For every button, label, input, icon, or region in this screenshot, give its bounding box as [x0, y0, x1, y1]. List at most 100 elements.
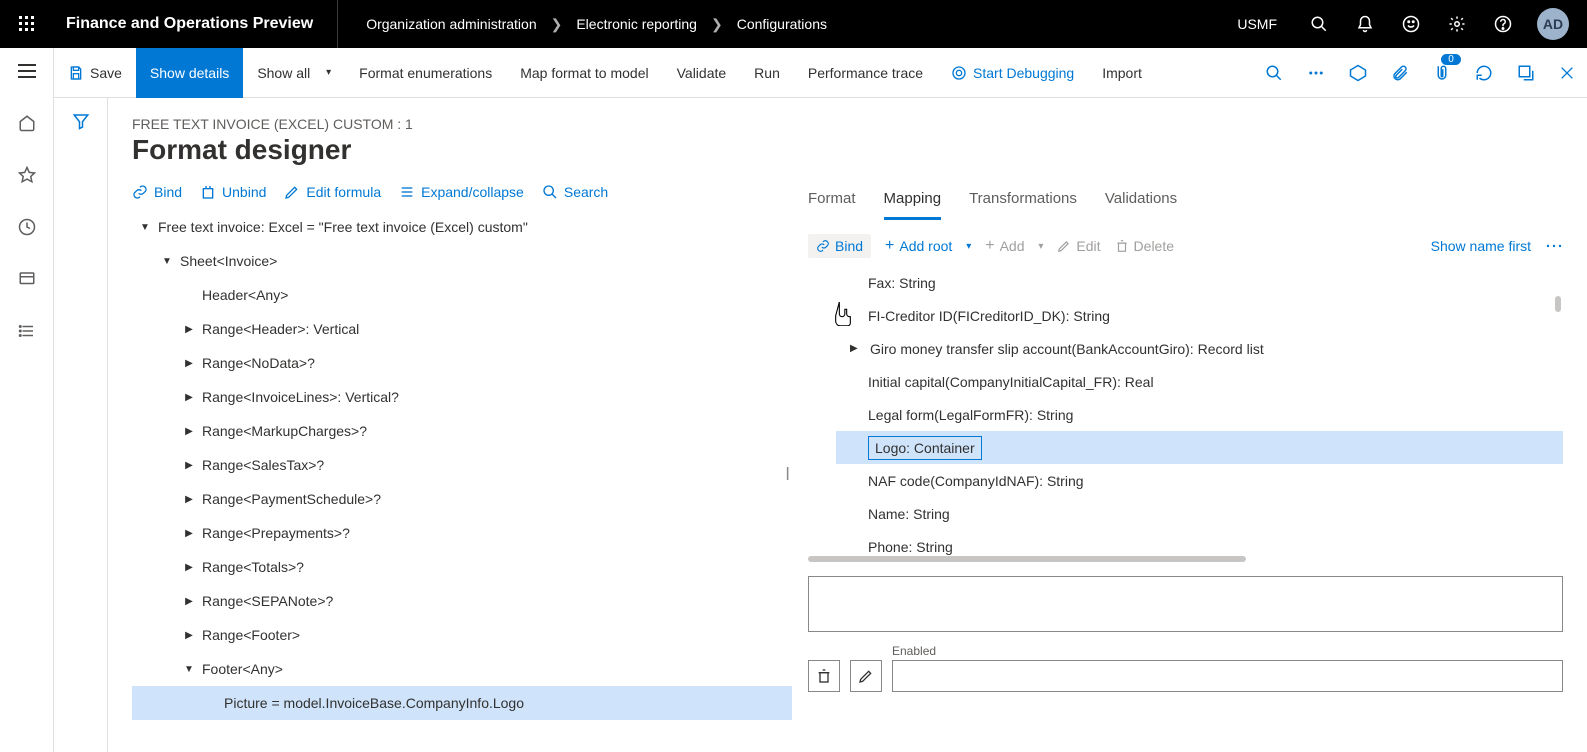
data-row[interactable]: Legal form(LegalFormFR): String	[808, 398, 1563, 431]
chevron-right-icon[interactable]: ▶	[184, 324, 194, 335]
start-debugging-button[interactable]: Start Debugging	[937, 48, 1088, 98]
chevron-down-icon[interactable]: ▼	[140, 222, 150, 233]
tree-node[interactable]: ▼Footer<Any>	[132, 652, 792, 686]
mapping-bind-button[interactable]: Bind	[808, 234, 871, 258]
star-icon[interactable]	[5, 162, 49, 188]
chevron-right-icon[interactable]: ▶	[184, 596, 194, 607]
funnel-icon[interactable]	[72, 112, 90, 752]
tree-node[interactable]: ▶ Range<MarkupCharges>?	[132, 414, 792, 448]
tree-node[interactable]: ▶Range<SEPANote>?	[132, 584, 792, 618]
show-details-button[interactable]: Show details	[136, 48, 243, 98]
tab-mapping[interactable]: Mapping	[884, 184, 942, 220]
data-row[interactable]: Name: String	[808, 497, 1563, 530]
scrollbar-thumb[interactable]	[808, 556, 1246, 562]
tree-node[interactable]: ▶Range<NoData>?	[132, 346, 792, 380]
search-icon[interactable]	[1253, 48, 1295, 98]
tree-node-label: Sheet<Invoice>	[180, 253, 277, 269]
chevron-right-icon[interactable]: ▶	[184, 392, 194, 403]
chevron-right-icon[interactable]: ▶	[184, 460, 194, 471]
performance-trace-button[interactable]: Performance trace	[794, 48, 937, 98]
workspace-icon[interactable]	[5, 266, 49, 292]
tree-node-label: Range<MarkupCharges>?	[202, 423, 367, 439]
expression-box[interactable]	[808, 576, 1563, 632]
tree-node[interactable]: ▶ Range<SalesTax>?	[132, 448, 792, 482]
breadcrumb-item[interactable]: Organization administration	[366, 16, 536, 32]
trash-icon[interactable]	[808, 660, 840, 692]
tree-node[interactable]: ▶Range<Footer>	[132, 618, 792, 652]
paperclip-icon[interactable]	[1379, 48, 1421, 98]
data-row[interactable]: Phone: String	[808, 530, 1563, 556]
chevron-down-icon[interactable]: ▼	[184, 664, 194, 675]
data-row[interactable]: ▶Giro money transfer slip account(BankAc…	[808, 332, 1563, 365]
tree-node[interactable]: ▼Free text invoice: Excel = "Free text i…	[132, 210, 792, 244]
save-button[interactable]: Save	[54, 48, 136, 98]
chevron-right-icon[interactable]: ▶	[184, 358, 194, 369]
hamburger-icon[interactable]	[5, 58, 49, 84]
tree-node[interactable]: ▶Picture = model.InvoiceBase.CompanyInfo…	[132, 686, 792, 720]
unbind-button[interactable]: Unbind	[200, 184, 266, 200]
mapping-data-list[interactable]: Fax: StringFI-Creditor ID(FICreditorID_D…	[808, 266, 1563, 556]
chevron-right-icon[interactable]: ▶	[184, 630, 194, 641]
show-all-button[interactable]: Show all ▾	[243, 48, 345, 98]
mapping-overflow-icon[interactable]	[1545, 242, 1563, 250]
tree-node[interactable]: ▶Range<Header>: Vertical	[132, 312, 792, 346]
data-row[interactable]: NAF code(CompanyIdNAF): String	[808, 464, 1563, 497]
enabled-input[interactable]	[892, 660, 1563, 692]
tree-node-label: Range<SalesTax>?	[202, 457, 324, 473]
breadcrumb-item[interactable]: Electronic reporting	[576, 16, 697, 32]
clock-icon[interactable]	[5, 214, 49, 240]
map-format-button[interactable]: Map format to model	[506, 48, 662, 98]
breadcrumb-item[interactable]: Configurations	[737, 16, 827, 32]
data-row[interactable]: Fax: String	[808, 266, 1563, 299]
format-enumerations-button[interactable]: Format enumerations	[345, 48, 506, 98]
data-row[interactable]: Logo: Container	[836, 431, 1563, 464]
data-row-label: Name: String	[868, 506, 950, 522]
search-icon[interactable]	[1297, 0, 1341, 48]
chevron-right-icon[interactable]: ▶	[850, 343, 860, 354]
tab-format[interactable]: Format	[808, 184, 856, 220]
chevron-right-icon[interactable]: ▶	[184, 494, 194, 505]
expand-collapse-button[interactable]: Expand/collapse	[399, 184, 524, 200]
app-launcher[interactable]	[0, 0, 54, 48]
chevron-right-icon[interactable]: ▶	[184, 426, 194, 437]
options-icon[interactable]	[1337, 48, 1379, 98]
data-row[interactable]: FI-Creditor ID(FICreditorID_DK): String	[808, 299, 1563, 332]
overflow-icon[interactable]	[1295, 48, 1337, 98]
tab-validations[interactable]: Validations	[1105, 184, 1177, 220]
add-root-button[interactable]: +Add root ▾	[885, 237, 971, 255]
smiley-icon[interactable]	[1389, 0, 1433, 48]
refresh-icon[interactable]	[1463, 48, 1505, 98]
home-icon[interactable]	[5, 110, 49, 136]
tree-node[interactable]: ▶Range<Prepayments>?	[132, 516, 792, 550]
avatar[interactable]: AD	[1537, 8, 1569, 40]
tree-search-button[interactable]: Search	[542, 184, 608, 200]
popout-icon[interactable]	[1505, 48, 1547, 98]
tree-node[interactable]: ▶Header<Any>	[132, 278, 792, 312]
import-button[interactable]: Import	[1088, 48, 1156, 98]
gear-icon[interactable]	[1435, 0, 1479, 48]
bind-button[interactable]: Bind	[132, 184, 182, 200]
close-icon[interactable]	[1547, 48, 1587, 98]
company-code[interactable]: USMF	[1219, 16, 1295, 32]
scrollbar-thumb[interactable]	[1555, 296, 1561, 312]
modules-icon[interactable]	[5, 318, 49, 344]
run-button[interactable]: Run	[740, 48, 794, 98]
chevron-right-icon[interactable]: ▶	[184, 528, 194, 539]
tree-node[interactable]: ▶Range<Totals>?	[132, 550, 792, 584]
tab-transformations[interactable]: Transformations	[969, 184, 1077, 220]
edit-formula-button[interactable]: Edit formula	[284, 184, 381, 200]
pencil-icon[interactable]	[850, 660, 882, 692]
tree-node[interactable]: ▶Range<InvoiceLines>: Vertical?	[132, 380, 792, 414]
help-icon[interactable]	[1481, 0, 1525, 48]
data-row-label: Phone: String	[868, 539, 953, 555]
tree-node[interactable]: ▶Range<PaymentSchedule>?	[132, 482, 792, 516]
validate-button[interactable]: Validate	[663, 48, 741, 98]
format-tree[interactable]: ▼Free text invoice: Excel = "Free text i…	[132, 210, 792, 752]
data-row[interactable]: Initial capital(CompanyInitialCapital_FR…	[808, 365, 1563, 398]
tree-node[interactable]: ▼ Sheet<Invoice>	[132, 244, 792, 278]
chevron-right-icon[interactable]: ▶	[184, 562, 194, 573]
attachments-badge[interactable]	[1421, 48, 1463, 98]
bell-icon[interactable]	[1343, 0, 1387, 48]
chevron-down-icon[interactable]: ▼	[162, 256, 172, 267]
show-name-first-button[interactable]: Show name first	[1431, 238, 1531, 254]
